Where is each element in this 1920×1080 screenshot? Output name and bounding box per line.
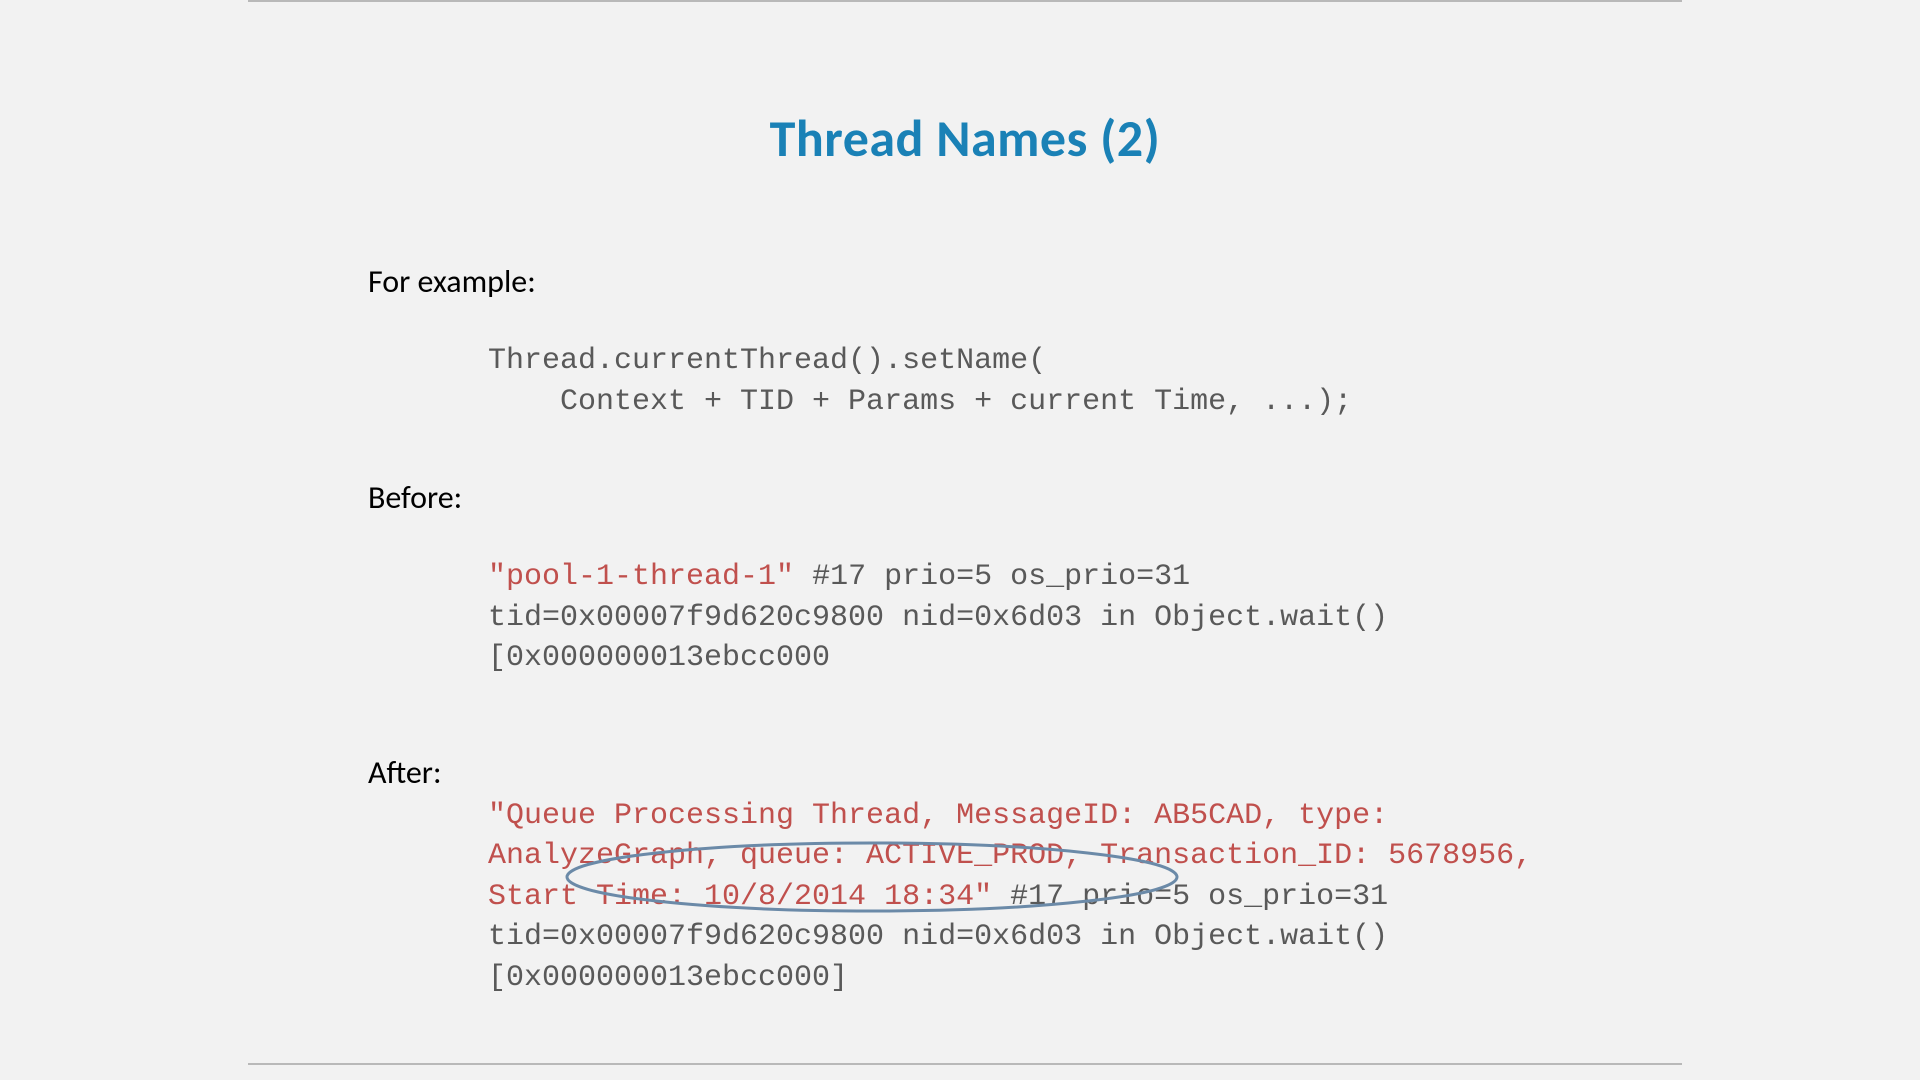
thread-name-before: "pool-1-thread-1"	[488, 560, 794, 594]
code-line: Context + TID + Params + current Time, .…	[488, 385, 1352, 419]
code-line: [0x000000013ebcc000	[488, 641, 830, 675]
code-line: tid=0x00007f9d620c9800 nid=0x6d03 in Obj…	[488, 920, 1388, 954]
slide-content: For example: Thread.currentThread().setN…	[368, 262, 1568, 998]
code-line: [0x000000013ebcc000]	[488, 961, 848, 995]
label-for-example: For example:	[368, 262, 1568, 301]
label-after: After:	[368, 753, 1568, 792]
slide-canvas: Thread Names (2) For example: Thread.cur…	[248, 0, 1682, 1080]
code-text: #17 prio=5 os_prio=31	[794, 560, 1190, 594]
code-line: tid=0x00007f9d620c9800 nid=0x6d03 in Obj…	[488, 601, 1388, 635]
thread-name-after-line2: AnalyzeGraph, queue: ACTIVE_PROD, Transa…	[488, 839, 1532, 873]
slide-title: Thread Names (2)	[248, 106, 1682, 170]
thread-name-after-line3: Start Time: 10/8/2014 18:34"	[488, 880, 992, 914]
code-text: #17 prio=5 os_prio=31	[992, 880, 1388, 914]
label-before: Before:	[368, 478, 1568, 517]
code-before: "pool-1-thread-1" #17 prio=5 os_prio=31 …	[488, 557, 1568, 679]
thread-name-after-line1: "Queue Processing Thread, MessageID: AB5…	[488, 799, 1388, 833]
code-after: "Queue Processing Thread, MessageID: AB5…	[488, 796, 1568, 999]
code-line: Thread.currentThread().setName(	[488, 344, 1046, 378]
divider-bottom	[248, 1063, 1682, 1065]
code-example: Thread.currentThread().setName( Context …	[488, 341, 1568, 422]
